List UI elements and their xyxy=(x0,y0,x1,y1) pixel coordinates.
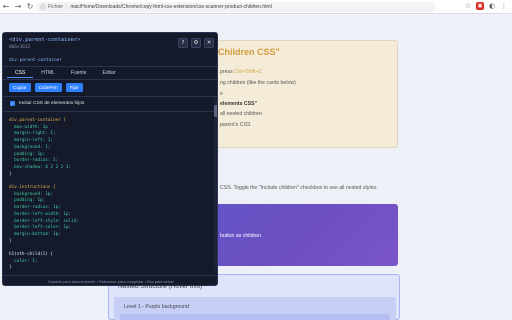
code-line: box-shadow: 0 2 2 2 3; xyxy=(9,164,72,170)
codepen-button[interactable]: CodePen xyxy=(34,83,62,92)
code-line: border-left-color: 1p; xyxy=(9,225,72,231)
back-icon[interactable]: ← xyxy=(0,1,12,13)
instruction-line: parent's CSS xyxy=(220,122,251,128)
include-children-checkbox[interactable]: ✓ xyxy=(10,101,15,106)
code-line: color: 1; xyxy=(9,258,38,264)
instruction-line: elements CSS" xyxy=(220,101,258,107)
include-children-label: Incluir CSS de elementos hijos xyxy=(19,101,85,106)
code-line: } xyxy=(9,265,12,270)
keyboard-hint-footer: Espacio para descomprimir • Retroceso pa… xyxy=(3,275,217,285)
instruction-line: press Ctrl+Shift+C xyxy=(220,69,262,75)
header-buttons: ? ⚙ ✕ xyxy=(178,38,214,48)
divider xyxy=(3,96,217,97)
bookmark-star-icon[interactable]: ☆ xyxy=(464,2,472,10)
css-inspector-panel: <div.parent-container> 866×1632 ? ⚙ ✕ di… xyxy=(2,32,218,286)
tab-html[interactable]: HTML xyxy=(33,68,63,78)
code-line: h1(nth-child(1) { xyxy=(9,252,53,258)
instruction-line: e xyxy=(220,91,223,97)
extension-icon[interactable]: ▣ xyxy=(476,2,484,10)
selected-element-name: <div.parent-container> xyxy=(9,37,81,43)
extension-area: ☆ ▣ ◐ ⋮ xyxy=(464,2,508,10)
purple-card-text: button as children. xyxy=(220,233,263,239)
code-line: } xyxy=(9,238,12,244)
copy-button[interactable]: Copiar xyxy=(9,83,31,92)
action-buttons: Copiar CodePen Fijar xyxy=(9,83,83,92)
close-icon[interactable]: ✕ xyxy=(204,38,214,48)
scrollbar-thumb[interactable] xyxy=(214,105,217,117)
instruction-prefix: press xyxy=(220,69,235,75)
pin-button[interactable]: Fijar xyxy=(65,83,83,92)
code-line: div.parent-container { xyxy=(9,118,66,123)
settings-icon[interactable]: ⚙ xyxy=(191,38,201,48)
divider xyxy=(3,79,217,80)
panel-tabs: CSS HTML Fuente Editar xyxy=(7,68,124,78)
tab-edit[interactable]: Editar xyxy=(94,68,123,78)
forward-icon[interactable]: → xyxy=(12,1,24,13)
code-line: border-radius: 1; xyxy=(9,158,59,164)
breadcrumb[interactable]: div.parent-container xyxy=(9,58,62,63)
css-code-view[interactable]: div.parent-container { max-width: 1p mar… xyxy=(3,112,213,270)
scrollbar-track[interactable] xyxy=(214,97,217,271)
selected-element-size: 866×1632 xyxy=(9,45,31,50)
menu-icon[interactable]: ⋮ xyxy=(500,2,508,10)
url-text[interactable]: mac/Home/Downloads/Chrome/copy-html-css-… xyxy=(70,4,271,10)
demo-title: Children CSS" xyxy=(218,47,280,57)
tab-source[interactable]: Fuente xyxy=(63,68,95,78)
level2-box[interactable] xyxy=(120,314,390,320)
panel-header[interactable]: <div.parent-container> 866×1632 ? ⚙ ✕ xyxy=(3,33,217,53)
instruction-line: ng children (like the cards below) xyxy=(220,80,296,86)
help-icon[interactable]: ? xyxy=(178,38,188,48)
code-line: border-left-width: 1p; xyxy=(9,211,72,217)
divider xyxy=(3,66,217,67)
instruction-line: all nested children xyxy=(220,111,262,117)
code-line: margin-left: 1; xyxy=(9,138,53,144)
page-description: CSS. Toggle the "Include children" check… xyxy=(220,185,378,191)
info-icon[interactable]: ⓘ xyxy=(40,3,46,12)
code-line: div.instructions { xyxy=(9,185,56,191)
address-separator: | xyxy=(66,4,68,10)
code-line: border-radius: 1p; xyxy=(9,205,61,211)
code-line: margin-bottom: 1p; xyxy=(9,231,61,237)
shortcut-code: Ctrl+Shift+C xyxy=(234,69,263,75)
tab-css[interactable]: CSS xyxy=(7,68,34,78)
code-line: background: 1; xyxy=(9,144,51,150)
file-label: Fichier xyxy=(48,4,64,10)
reload-icon[interactable]: ↻ xyxy=(24,1,36,13)
include-children-option[interactable]: ✓ Incluir CSS de elementos hijos xyxy=(10,101,84,106)
address-bar[interactable]: ⓘ Fichier | mac/Home/Downloads/Chrome/co… xyxy=(36,2,436,12)
level1-text: Level 1 - Purple background xyxy=(124,304,189,310)
profile-icon[interactable]: ◐ xyxy=(488,2,496,10)
code-line: } xyxy=(9,171,12,177)
browser-toolbar: ← → ↻ ⓘ Fichier | mac/Home/Downloads/Chr… xyxy=(0,0,512,14)
